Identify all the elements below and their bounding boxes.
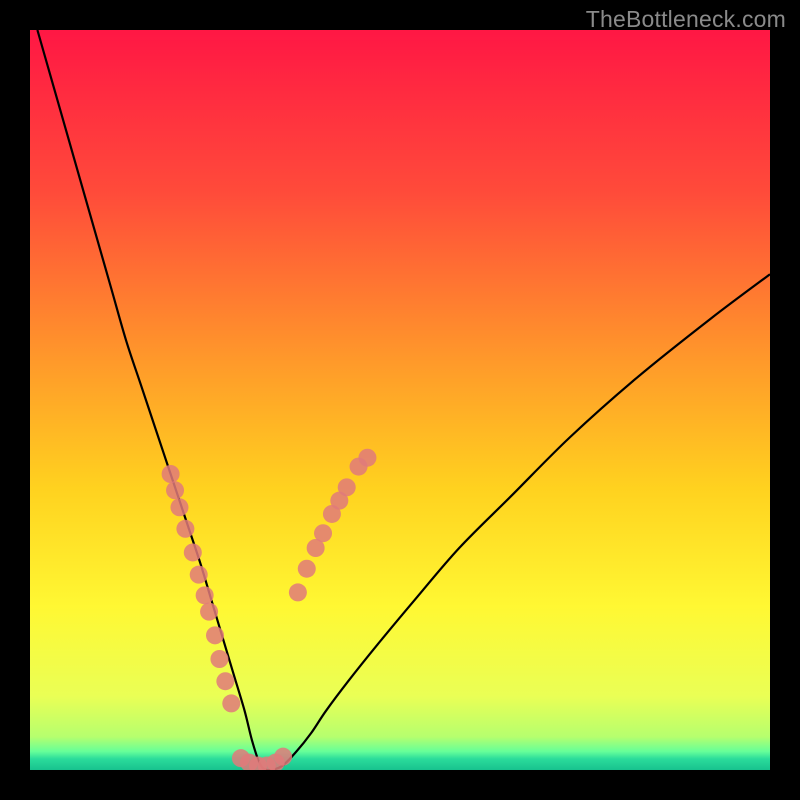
data-point — [200, 603, 218, 621]
data-point — [314, 524, 332, 542]
data-point — [190, 566, 208, 584]
chart-container: TheBottleneck.com — [0, 0, 800, 800]
data-point — [289, 583, 307, 601]
data-point — [298, 560, 316, 578]
data-point — [216, 672, 234, 690]
data-point — [338, 478, 356, 496]
data-point — [274, 748, 292, 766]
data-point — [166, 481, 184, 499]
data-point — [170, 498, 188, 516]
data-point — [184, 543, 202, 561]
data-point — [210, 650, 228, 668]
watermark-label: TheBottleneck.com — [586, 6, 786, 33]
data-point — [176, 520, 194, 538]
data-markers — [162, 449, 377, 770]
curve-layer — [30, 30, 770, 770]
data-point — [222, 694, 240, 712]
data-point — [162, 465, 180, 483]
data-point — [358, 449, 376, 467]
bottleneck-curve — [37, 30, 770, 770]
plot-area — [30, 30, 770, 770]
data-point — [196, 586, 214, 604]
data-point — [206, 626, 224, 644]
